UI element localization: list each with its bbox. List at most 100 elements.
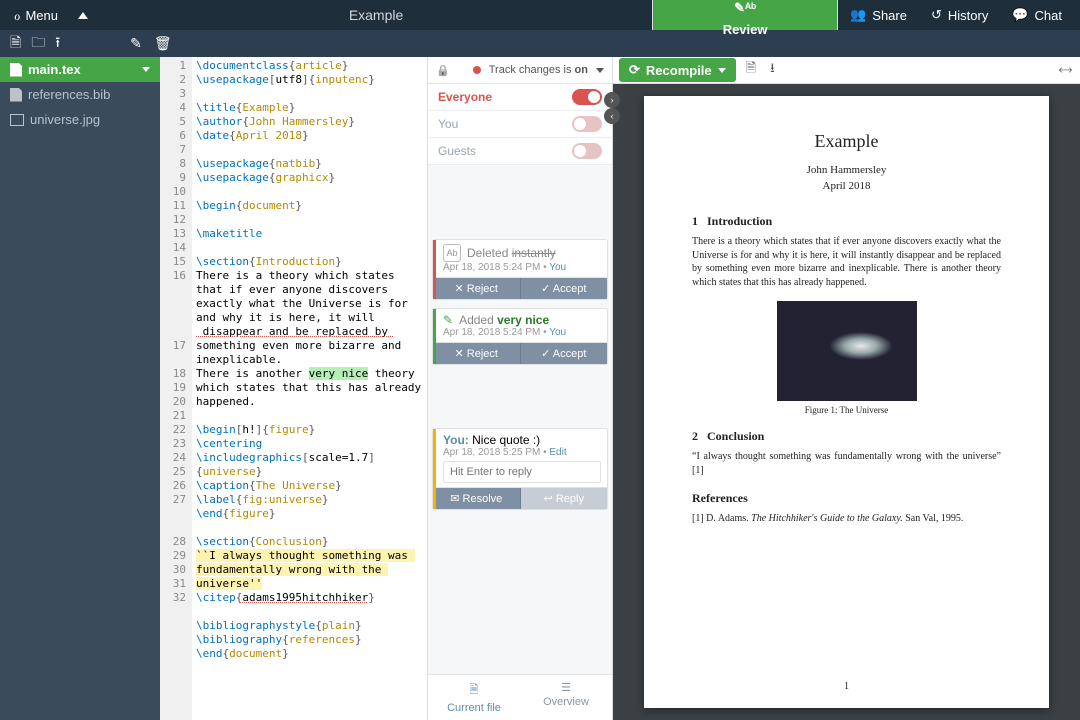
- new-file-icon[interactable]: 🗎: [10, 32, 21, 56]
- file-tree: main.tex references.bib universe.jpg: [0, 57, 160, 720]
- review-top: Track changes is on: [428, 57, 612, 84]
- new-folder-icon[interactable]: 🗀: [31, 32, 45, 56]
- file-label: main.tex: [28, 62, 81, 77]
- track-row: Everyone: [428, 84, 612, 111]
- change-action: Added: [459, 313, 494, 327]
- change-card-added: ✎ Added very nice Apr 18, 2018 5:24 PM •…: [432, 308, 608, 365]
- doc-paragraph: There is a theory which states that if e…: [692, 235, 1001, 289]
- change-word: very nice: [497, 313, 549, 327]
- pdf-page: Example John Hammersley April 2018 1 Int…: [644, 96, 1049, 708]
- figure-caption: Figure 1: The Universe: [692, 405, 1001, 415]
- doc-author: John Hammersley: [692, 164, 1001, 176]
- doc-title: Example: [692, 131, 1001, 152]
- track-toggle[interactable]: [572, 116, 602, 132]
- chevron-down-icon[interactable]: [718, 68, 726, 73]
- change-word: instantly: [512, 246, 556, 260]
- share-button[interactable]: 👥 Share: [838, 0, 919, 30]
- track-toggle[interactable]: [572, 143, 602, 159]
- history-label: History: [948, 8, 988, 23]
- up-level-button[interactable]: [66, 0, 100, 30]
- track-row: You: [428, 111, 612, 138]
- chat-icon: 💬: [1012, 7, 1028, 23]
- review-icon: ✎ᴬᵇ: [734, 0, 756, 16]
- pdf-preview[interactable]: Example John Hammersley April 2018 1 Int…: [613, 84, 1080, 720]
- reference-entry: [1] D. Adams. The Hitchhiker's Guide to …: [692, 512, 1001, 526]
- doc-date: April 2018: [692, 180, 1001, 192]
- image-icon: [10, 114, 24, 126]
- page-number: 1: [644, 681, 1049, 692]
- rename-icon[interactable]: ✎: [130, 35, 142, 52]
- logo-icon: ℴ: [14, 7, 20, 24]
- code-area[interactable]: \documentclass{article}\usepackage[utf8]…: [192, 57, 427, 720]
- section-heading: 2 Conclusion: [692, 429, 1001, 444]
- comment-card: You: Nice quote :) Apr 18, 2018 5:25 PM …: [432, 428, 608, 510]
- recompile-button[interactable]: ⟳ Recompile: [619, 58, 736, 82]
- track-toggle[interactable]: [572, 89, 602, 105]
- panel-collapse-handles: › ‹: [604, 92, 620, 124]
- file-label: references.bib: [28, 87, 110, 102]
- file-icon: [10, 63, 22, 77]
- file-item-main[interactable]: main.tex: [0, 57, 160, 82]
- history-button[interactable]: ↺ History: [919, 0, 1000, 30]
- resolve-button[interactable]: ✉ Resolve: [433, 488, 520, 509]
- edit-ops: ✎ 🗑: [130, 35, 182, 52]
- doc-paragraph: “I always thought something was fundamen…: [692, 450, 1001, 477]
- accept-button[interactable]: ✓ Accept: [520, 343, 608, 364]
- project-title: Example: [100, 7, 652, 23]
- preview-column: ⟳ Recompile 🗎 ⭳ ⤢ Example John Hammersle…: [613, 57, 1080, 720]
- log-icon[interactable]: 🗎: [742, 59, 760, 81]
- expand-icon[interactable]: ⤢: [1053, 58, 1077, 82]
- file-ops: 🗎 🗀 ⭱: [0, 32, 70, 56]
- up-icon: [78, 12, 88, 19]
- chevron-down-icon[interactable]: [596, 68, 604, 73]
- chat-label: Chat: [1035, 8, 1062, 23]
- comment-text: Nice quote :): [472, 433, 540, 447]
- main-area: main.tex references.bib universe.jpg 123…: [0, 57, 1080, 720]
- file-item-bib[interactable]: references.bib: [0, 82, 160, 107]
- review-panel: Track changes is on Everyone You Guests …: [427, 57, 613, 720]
- code-editor[interactable]: 12345678910111213141516 17 1819202122232…: [160, 57, 427, 720]
- file-icon: [10, 88, 22, 102]
- file-icon: 🗎: [470, 681, 479, 700]
- collapse-right-icon[interactable]: ›: [604, 92, 620, 108]
- pencil-icon: ✎: [443, 313, 453, 327]
- share-icon: 👥: [850, 7, 866, 23]
- accept-button[interactable]: ✓ Accept: [520, 278, 608, 299]
- reject-button[interactable]: ✕ Reject: [433, 278, 520, 299]
- track-user: Everyone: [438, 90, 492, 104]
- review-button[interactable]: ✎ᴬᵇ Review: [652, 0, 838, 30]
- file-label: universe.jpg: [30, 112, 100, 127]
- reply-input[interactable]: [443, 461, 601, 483]
- line-gutter: 12345678910111213141516 17 1819202122232…: [160, 57, 192, 720]
- collapse-left-icon[interactable]: ‹: [604, 108, 620, 124]
- download-icon[interactable]: ⭳: [766, 59, 779, 81]
- section-heading: 1 Introduction: [692, 214, 1001, 229]
- file-toolbar: 🗎 🗀 ⭱ ✎ 🗑: [0, 30, 1080, 57]
- track-user: You: [438, 117, 458, 131]
- refresh-icon: ⟳: [629, 62, 640, 78]
- references-heading: References: [692, 491, 1001, 506]
- history-icon: ↺: [931, 7, 942, 23]
- tab-overview[interactable]: ☰ Overview: [520, 675, 612, 720]
- delete-icon[interactable]: 🗑: [154, 35, 172, 52]
- change-card-deleted: Ab Deleted instantly Apr 18, 2018 5:24 P…: [432, 239, 608, 300]
- edit-link[interactable]: Edit: [549, 447, 566, 458]
- topbar: ℴ Menu Example ✎ᴬᵇ Review 👥 Share ↺ Hist…: [0, 0, 1080, 30]
- lock-icon[interactable]: [436, 63, 450, 77]
- chat-button[interactable]: 💬 Chat: [1000, 0, 1074, 30]
- track-user: Guests: [438, 144, 476, 158]
- chevron-down-icon[interactable]: [142, 67, 150, 72]
- file-item-img[interactable]: universe.jpg: [0, 107, 160, 132]
- reply-button[interactable]: ↩ Reply: [520, 488, 608, 509]
- menu-button[interactable]: ℴ Menu: [6, 7, 66, 24]
- figure-image: [777, 301, 917, 401]
- user-badge: Ab: [443, 244, 461, 262]
- track-dot-icon: [473, 66, 481, 74]
- track-label: Track changes is on: [489, 64, 588, 76]
- reject-button[interactable]: ✕ Reject: [433, 343, 520, 364]
- doc-figure: Figure 1: The Universe: [692, 301, 1001, 415]
- share-label: Share: [872, 8, 907, 23]
- menu-label: Menu: [25, 8, 58, 23]
- tab-current-file[interactable]: 🗎 Current file: [428, 675, 520, 720]
- upload-icon[interactable]: ⭱: [55, 32, 60, 56]
